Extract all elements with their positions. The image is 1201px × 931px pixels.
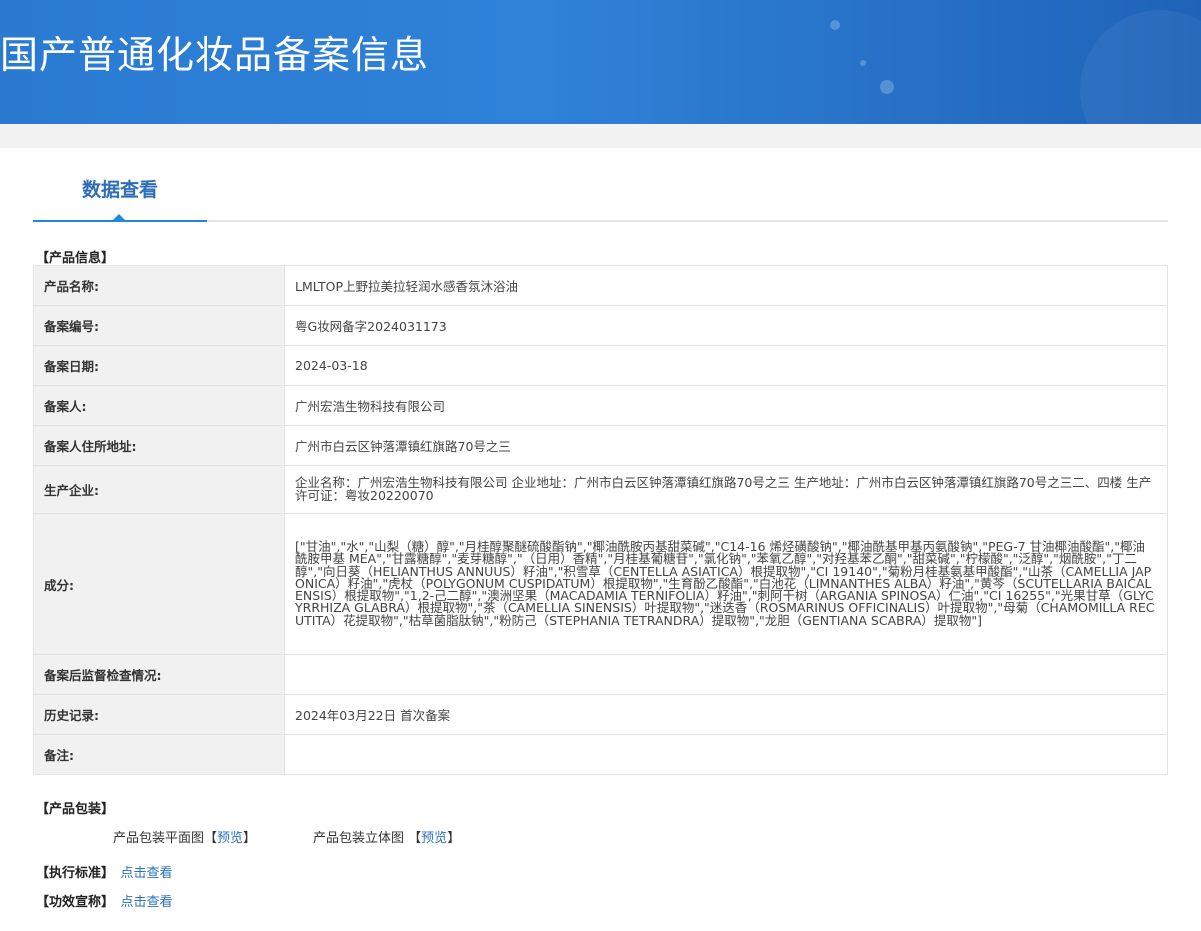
table-row: 备案日期: 2024-03-18: [33, 345, 1168, 386]
row-value: 广州市白云区钟落潭镇红旗路70号之三: [284, 425, 1168, 466]
row-label: 备注:: [33, 734, 285, 775]
flat-package-label: 产品包装平面图: [113, 831, 205, 846]
table-row: 备注:: [33, 734, 1168, 775]
row-label: 备案人:: [33, 385, 285, 426]
tab-data-view[interactable]: 数据查看: [33, 148, 207, 220]
ingredients-value: ["甘油","水","山梨（糖）醇","月桂醇聚醚硫酸酯钠","椰油酰胺丙基甜菜…: [284, 513, 1168, 655]
row-value: LMLTOP上野拉美拉轻润水感香氛沐浴油: [284, 265, 1168, 306]
solid-package-label: 产品包装立体图: [313, 831, 405, 846]
packaging-heading: 【产品包装】: [36, 802, 115, 817]
flat-package-row: 产品包装平面图【预览】: [113, 827, 256, 846]
row-label: 生产企业:: [33, 465, 285, 514]
efficacy-label: 【功效宣称】: [36, 895, 115, 910]
standard-view-link[interactable]: 点击查看: [121, 866, 173, 881]
solid-package-row: 产品包装立体图 【预览】: [313, 827, 460, 846]
page-title: 国产普通化妆品备案信息: [0, 33, 430, 77]
bracket: 【: [204, 831, 218, 846]
product-info-heading: 【产品信息】: [36, 251, 115, 266]
bracket: 】: [447, 831, 461, 846]
header-banner: 国产普通化妆品备案信息: [0, 0, 1201, 124]
tab-bar: 数据查看: [33, 148, 1168, 222]
main-panel: 数据查看 【产品信息】 产品名称: LMLTOP上野拉美拉轻润水感香氛沐浴油 备…: [0, 148, 1201, 931]
row-label: 成分:: [33, 513, 285, 655]
row-label: 备案人住所地址:: [33, 425, 285, 466]
row-value: 企业名称：广州宏浩生物科技有限公司 企业地址：广州市白云区钟落潭镇红旗路70号之…: [284, 465, 1168, 514]
table-row: 备案人住所地址: 广州市白云区钟落潭镇红旗路70号之三: [33, 425, 1168, 466]
table-row: 产品名称: LMLTOP上野拉美拉轻润水感香氛沐浴油: [33, 265, 1168, 306]
row-value: 2024-03-18: [284, 345, 1168, 386]
tab-active-indicator: [33, 214, 207, 222]
row-value: [284, 734, 1168, 775]
table-row: 备案人: 广州宏浩生物科技有限公司: [33, 385, 1168, 426]
row-label: 产品名称:: [33, 265, 285, 306]
efficacy-row: 【功效宣称】 点击查看: [36, 891, 173, 910]
banner-decoration: [860, 60, 866, 66]
row-value: 粤G妆网备字2024031173: [284, 305, 1168, 346]
row-label: 备案编号:: [33, 305, 285, 346]
product-info-table: 产品名称: LMLTOP上野拉美拉轻润水感香氛沐浴油 备案编号: 粤G妆网备字2…: [33, 265, 1168, 775]
table-row: 成分: ["甘油","水","山梨（糖）醇","月桂醇聚醚硫酸酯钠","椰油酰胺…: [33, 513, 1168, 655]
table-row: 生产企业: 企业名称：广州宏浩生物科技有限公司 企业地址：广州市白云区钟落潭镇红…: [33, 465, 1168, 514]
row-label: 备案后监督检查情况:: [33, 654, 285, 695]
row-label: 历史记录:: [33, 694, 285, 735]
flat-preview-link[interactable]: 预览: [217, 831, 243, 846]
bracket: 【: [408, 831, 422, 846]
bracket: 】: [243, 831, 257, 846]
standard-row: 【执行标准】 点击查看: [36, 862, 173, 881]
row-value: 广州宏浩生物科技有限公司: [284, 385, 1168, 426]
table-row: 备案后监督检查情况:: [33, 654, 1168, 695]
banner-decoration: [880, 80, 894, 94]
row-value: [284, 654, 1168, 695]
row-label: 备案日期:: [33, 345, 285, 386]
efficacy-view-link[interactable]: 点击查看: [121, 895, 173, 910]
row-value: 2024年03月22日 首次备案: [284, 694, 1168, 735]
table-row: 历史记录: 2024年03月22日 首次备案: [33, 694, 1168, 735]
banner-decoration: [830, 20, 840, 30]
banner-decoration: [1080, 10, 1201, 124]
standard-label: 【执行标准】: [36, 866, 115, 881]
solid-preview-link[interactable]: 预览: [421, 831, 447, 846]
table-row: 备案编号: 粤G妆网备字2024031173: [33, 305, 1168, 346]
